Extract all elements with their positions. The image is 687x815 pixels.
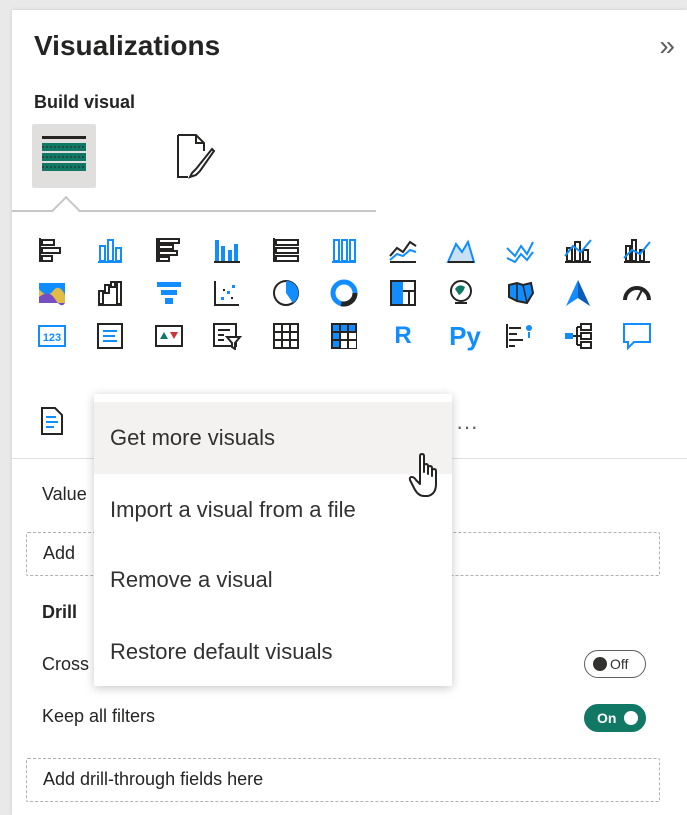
stacked-column-chart-icon[interactable]	[92, 232, 128, 268]
key-influencers-icon[interactable]	[502, 318, 538, 354]
qa-icon[interactable]	[619, 318, 655, 354]
scatter-chart-icon[interactable]	[209, 275, 245, 311]
treemap-icon[interactable]	[385, 275, 421, 311]
gauge-icon[interactable]	[619, 275, 655, 311]
menu-item-get-more-visuals[interactable]: Get more visuals	[94, 402, 452, 474]
keep-all-filters-toggle[interactable]: On	[584, 704, 646, 732]
python-visual-icon[interactable]: Py	[443, 318, 487, 354]
table-icon[interactable]	[268, 318, 304, 354]
toggle-state-label: On	[597, 710, 617, 726]
cross-report-label: Cross	[42, 654, 90, 674]
collapse-pane-icon[interactable]: »	[659, 32, 675, 60]
100-stacked-bar-chart-icon[interactable]	[268, 232, 304, 268]
drill-through-heading: Drill	[42, 602, 78, 622]
line-chart-icon[interactable]	[385, 232, 421, 268]
values-label: Value	[42, 484, 87, 504]
build-visual-tab[interactable]	[32, 124, 96, 188]
100-stacked-column-chart-icon[interactable]	[326, 232, 362, 268]
toggle-knob	[593, 657, 607, 671]
r-script-visual-icon[interactable]: R	[385, 318, 421, 354]
cross-report-toggle[interactable]: Off	[584, 650, 646, 678]
slicer-icon[interactable]	[209, 318, 245, 354]
clustered-column-chart-icon[interactable]	[209, 232, 245, 268]
add-data-fields-placeholder: Add	[43, 543, 76, 563]
ribbon-chart-icon[interactable]	[34, 275, 70, 311]
stacked-bar-chart-icon[interactable]	[34, 232, 70, 268]
active-tab-pointer	[51, 195, 81, 225]
hand-pointer-cursor-icon	[408, 453, 437, 497]
toggle-knob	[624, 711, 638, 725]
toggle-state-label: Off	[610, 656, 629, 672]
map-icon[interactable]	[443, 275, 479, 311]
matrix-icon[interactable]	[326, 318, 362, 354]
line-and-stacked-column-chart-icon[interactable]	[560, 232, 596, 268]
card-value-label: 123	[43, 332, 61, 344]
card-icon[interactable]: 123	[34, 318, 70, 354]
more-visuals-context-menu: Get more visuals Import a visual from a …	[94, 394, 452, 686]
decomposition-tree-icon[interactable]	[560, 318, 596, 354]
drill-through-well[interactable]: Add drill-through fields here	[26, 758, 660, 802]
more-options-icon[interactable]: ···	[456, 414, 478, 440]
area-chart-icon[interactable]	[443, 232, 479, 268]
donut-chart-icon[interactable]	[326, 275, 362, 311]
fields-grid-icon	[42, 136, 86, 171]
funnel-icon[interactable]	[151, 275, 187, 311]
waterfall-chart-icon[interactable]	[92, 275, 128, 311]
pie-chart-icon[interactable]	[268, 275, 304, 311]
build-visual-heading: Build visual	[34, 92, 136, 112]
format-paintbrush-icon	[177, 134, 216, 179]
paginated-report-icon[interactable]	[34, 403, 70, 439]
filled-map-icon[interactable]	[502, 275, 538, 311]
line-and-clustered-column-chart-icon[interactable]	[619, 232, 655, 268]
format-visual-tab[interactable]	[162, 124, 226, 188]
menu-item-import-visual[interactable]: Import a visual from a file	[94, 474, 452, 546]
azure-map-icon[interactable]	[560, 275, 596, 311]
menu-item-restore-default-visuals[interactable]: Restore default visuals	[94, 616, 452, 688]
multi-row-card-icon[interactable]	[92, 318, 128, 354]
pane-title: Visualizations	[34, 30, 221, 61]
clustered-bar-chart-icon[interactable]	[151, 232, 187, 268]
stacked-area-chart-icon[interactable]	[502, 232, 538, 268]
drill-through-placeholder: Add drill-through fields here	[43, 769, 264, 789]
kpi-icon[interactable]	[151, 318, 187, 354]
keep-all-filters-label: Keep all filters	[42, 706, 156, 726]
menu-item-remove-visual[interactable]: Remove a visual	[94, 544, 452, 616]
